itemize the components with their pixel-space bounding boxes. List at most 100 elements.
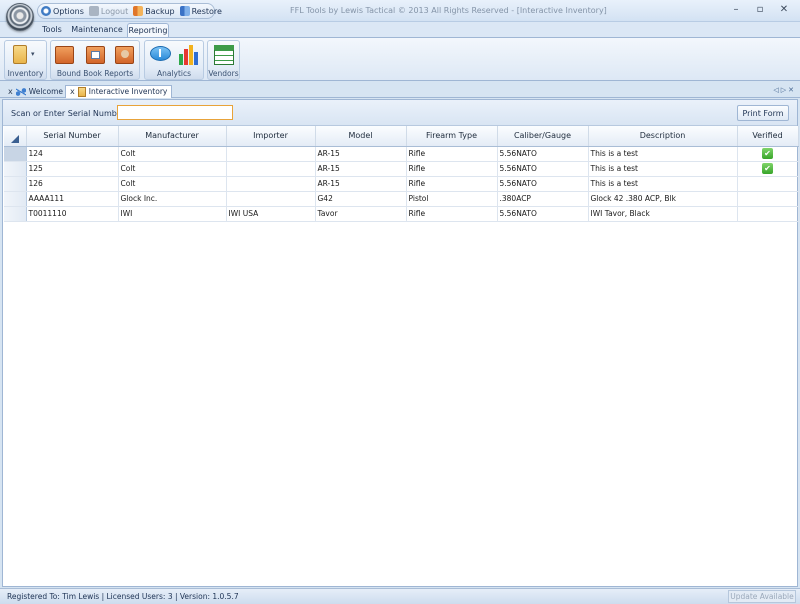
ribbon-tab-strip: Tools Maintenance Reporting	[0, 22, 800, 37]
cell-serial[interactable]: 125	[26, 161, 119, 177]
tab-welcome[interactable]: x Welcome	[8, 85, 63, 98]
cell-verified[interactable]	[737, 191, 799, 207]
close-welcome-tab-icon[interactable]: x	[8, 86, 13, 98]
close-inventory-tab-icon[interactable]: x	[70, 86, 75, 98]
cell-type[interactable]: Rifle	[406, 206, 498, 222]
inventory-dropdown-button[interactable]: ▾	[10, 44, 40, 66]
cell-description[interactable]: This is a test	[588, 161, 738, 177]
cell-description[interactable]: Glock 42 .380 ACP, Blk	[588, 191, 738, 207]
cell-serial[interactable]: T0011110	[26, 206, 119, 222]
column-header-verified[interactable]: Verified	[737, 126, 799, 147]
update-available-button[interactable]: Update Available	[728, 590, 796, 603]
column-header-model[interactable]: Model	[315, 126, 407, 147]
select-all-corner[interactable]	[4, 126, 27, 147]
row-header[interactable]	[4, 191, 27, 207]
cell-description[interactable]: This is a test	[588, 176, 738, 192]
table-row[interactable]: 126 Colt AR-15 Rifle 5.56NATO This is a test	[4, 176, 799, 192]
cell-verified[interactable]: ✔	[737, 146, 799, 162]
serial-number-input[interactable]	[117, 105, 233, 120]
app-menu-orb-icon[interactable]	[6, 3, 34, 31]
cell-importer[interactable]	[226, 191, 316, 207]
cell-caliber[interactable]: 5.56NATO	[497, 146, 589, 162]
column-header-firearm-type[interactable]: Firearm Type	[406, 126, 498, 147]
column-header-caliber-gauge[interactable]: Caliber/Gauge	[497, 126, 589, 147]
cell-serial[interactable]: 126	[26, 176, 119, 192]
column-header-importer[interactable]: Importer	[226, 126, 316, 147]
speech-bubble-icon[interactable]	[149, 44, 171, 66]
cell-importer[interactable]	[226, 146, 316, 162]
bar-chart-icon[interactable]	[177, 44, 199, 66]
cell-verified[interactable]	[737, 176, 799, 192]
prev-tab-icon[interactable]: ◁	[773, 86, 780, 94]
cell-model[interactable]: AR-15	[315, 176, 407, 192]
column-header-description[interactable]: Description	[588, 126, 738, 147]
ribbon-group-vendors: Vendors	[207, 40, 240, 80]
tab-reporting[interactable]: Reporting	[127, 23, 169, 37]
minimize-button[interactable]: –	[724, 3, 748, 18]
ribbon-group-bound-book-reports: Bound Book Reports	[50, 40, 140, 80]
cell-manufacturer[interactable]: Colt	[118, 146, 227, 162]
row-header[interactable]	[4, 206, 27, 222]
options-button[interactable]: Options	[41, 6, 84, 16]
cell-caliber[interactable]: 5.56NATO	[497, 176, 589, 192]
table-row[interactable]: 125 Colt AR-15 Rifle 5.56NATO This is a test ✔	[4, 161, 799, 177]
cell-caliber[interactable]: 5.56NATO	[497, 206, 589, 222]
cell-importer[interactable]	[226, 161, 316, 177]
row-header[interactable]	[4, 146, 27, 162]
row-header[interactable]	[4, 161, 27, 177]
cell-importer[interactable]: IWI USA	[226, 206, 316, 222]
column-header-serial-number[interactable]: Serial Number	[26, 126, 119, 147]
cell-serial[interactable]: AAAA111	[26, 191, 119, 207]
tab-interactive-inventory[interactable]: x Interactive Inventory	[65, 85, 173, 98]
cell-verified[interactable]: ✔	[737, 161, 799, 177]
cell-type[interactable]: Rifle	[406, 161, 498, 177]
cell-caliber[interactable]: .380ACP	[497, 191, 589, 207]
cell-description[interactable]: This is a test	[588, 146, 738, 162]
tab-interactive-inventory-label: Interactive Inventory	[88, 87, 168, 96]
cell-description[interactable]: IWI Tavor, Black	[588, 206, 738, 222]
cell-manufacturer[interactable]: IWI	[118, 206, 227, 222]
vendors-table-icon[interactable]	[213, 44, 235, 66]
cell-type[interactable]: Rifle	[406, 176, 498, 192]
table-row[interactable]: 124 Colt AR-15 Rifle 5.56NATO This is a test ✔	[4, 146, 799, 162]
person-book-icon[interactable]	[113, 44, 135, 66]
window-title: FFL Tools by Lewis Tactical © 2013 All R…	[290, 6, 607, 15]
backup-label: Backup	[145, 6, 175, 16]
row-header[interactable]	[4, 176, 27, 192]
scan-bar: Scan or Enter Serial Number: Print Form	[3, 100, 797, 126]
tab-welcome-label: Welcome	[28, 86, 64, 96]
close-button[interactable]: ✕	[772, 3, 796, 18]
tab-maintenance[interactable]: Maintenance	[70, 23, 124, 37]
cell-model[interactable]: AR-15	[315, 146, 407, 162]
ribbon-group-label: Analytics	[156, 69, 192, 78]
cell-manufacturer[interactable]: Colt	[118, 161, 227, 177]
chevron-down-icon: ▾	[31, 50, 35, 58]
close-document-icon[interactable]: ✕	[788, 86, 796, 94]
cell-type[interactable]: Rifle	[406, 146, 498, 162]
cell-type[interactable]: Pistol	[406, 191, 498, 207]
cell-manufacturer[interactable]: Glock Inc.	[118, 191, 227, 207]
grid-body: 124 Colt AR-15 Rifle 5.56NATO This is a test ✔…	[4, 146, 799, 222]
book-icon[interactable]	[53, 44, 75, 66]
clipboard-icon	[77, 87, 86, 97]
cell-importer[interactable]	[226, 176, 316, 192]
cell-caliber[interactable]: 5.56NATO	[497, 161, 589, 177]
cell-model[interactable]: G42	[315, 191, 407, 207]
cell-manufacturer[interactable]: Colt	[118, 176, 227, 192]
cell-serial[interactable]: 124	[26, 146, 119, 162]
cell-model[interactable]: AR-15	[315, 161, 407, 177]
column-header-manufacturer[interactable]: Manufacturer	[118, 126, 227, 147]
table-row[interactable]: AAAA111 Glock Inc. G42 Pistol .380ACP Glock 4…	[4, 191, 799, 207]
check-icon: ✔	[762, 163, 773, 174]
cell-model[interactable]: Tavor	[315, 206, 407, 222]
table-row[interactable]: T0011110 IWI IWI USA Tavor Rifle 5.56NATO IWI …	[4, 206, 799, 222]
print-form-button[interactable]: Print Form	[737, 105, 789, 121]
backup-button[interactable]: Backup	[133, 6, 175, 16]
restore-button[interactable]: Restore	[179, 6, 222, 16]
logout-button[interactable]: Logout	[88, 6, 128, 16]
maximize-button[interactable]: ▫	[748, 3, 772, 18]
cell-verified[interactable]	[737, 206, 799, 222]
calendar-book-icon[interactable]	[84, 44, 106, 66]
inventory-panel: Scan or Enter Serial Number: Print Form …	[2, 99, 799, 587]
tab-tools[interactable]: Tools	[38, 23, 66, 37]
